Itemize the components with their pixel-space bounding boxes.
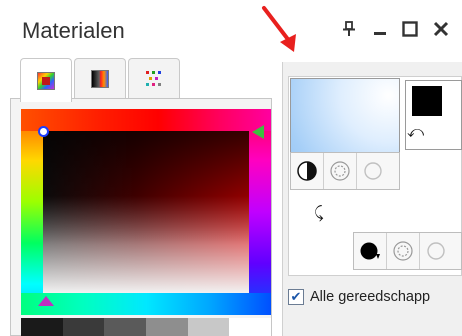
maximize-icon[interactable] — [397, 14, 423, 44]
all-tools-checkbox[interactable]: ✔ — [288, 289, 304, 305]
hue-ring-bottom[interactable] — [21, 293, 271, 315]
hue-ring-right[interactable] — [249, 109, 271, 315]
gray-swatch[interactable] — [104, 318, 147, 336]
gray-swatch[interactable] — [21, 318, 63, 336]
hue-ring-left[interactable] — [21, 109, 43, 315]
minimize-icon[interactable] — [367, 14, 393, 44]
texture-icon[interactable] — [324, 153, 357, 189]
annotation-arrow-icon — [262, 6, 296, 52]
gray-swatch[interactable] — [62, 318, 105, 336]
transparent-icon[interactable] — [357, 153, 390, 189]
frame-tab[interactable] — [74, 58, 126, 98]
hue-ring-top[interactable] — [21, 109, 271, 131]
hue-marker-right[interactable] — [252, 125, 264, 139]
rainbow-picker-tab[interactable] — [20, 58, 72, 102]
style-color-icon[interactable] — [354, 233, 387, 269]
swap-materials-icon[interactable]: ⤹ — [314, 203, 324, 223]
texture-icon[interactable] — [387, 233, 420, 269]
background-color-swatch[interactable] — [412, 86, 442, 116]
all-tools-option[interactable]: ✔ Alle gereedschapp — [288, 284, 430, 310]
palette-title: Materialen — [22, 18, 125, 43]
transparent-icon[interactable] — [420, 233, 453, 269]
style-color-icon[interactable] — [291, 153, 324, 189]
color-selector-marker[interactable] — [38, 126, 49, 137]
gray-swatch[interactable] — [229, 318, 272, 336]
pin-icon[interactable] — [336, 14, 362, 44]
frame-icon — [91, 69, 109, 88]
foreground-properties — [290, 152, 400, 190]
swatches-tab[interactable] — [128, 58, 180, 98]
close-icon[interactable] — [428, 14, 454, 44]
all-tools-label: Alle gereedschapp — [310, 289, 431, 305]
grayscale-strip[interactable] — [21, 318, 272, 336]
title-bar: Materialen — [0, 0, 462, 62]
materials-palette: Materialen ⤺ ⤹ ✔ Alle gereedschapp — [0, 0, 462, 336]
rainbow-picker-icon — [37, 71, 55, 90]
hue-marker-bottom[interactable] — [38, 296, 54, 306]
saturation-shade-overlay — [43, 131, 249, 293]
swap-colors-icon[interactable]: ⤺ — [407, 122, 424, 142]
swatches-icon — [146, 70, 161, 86]
gray-swatch[interactable] — [146, 318, 188, 336]
background-properties — [353, 232, 462, 270]
gray-swatch[interactable] — [187, 318, 230, 336]
